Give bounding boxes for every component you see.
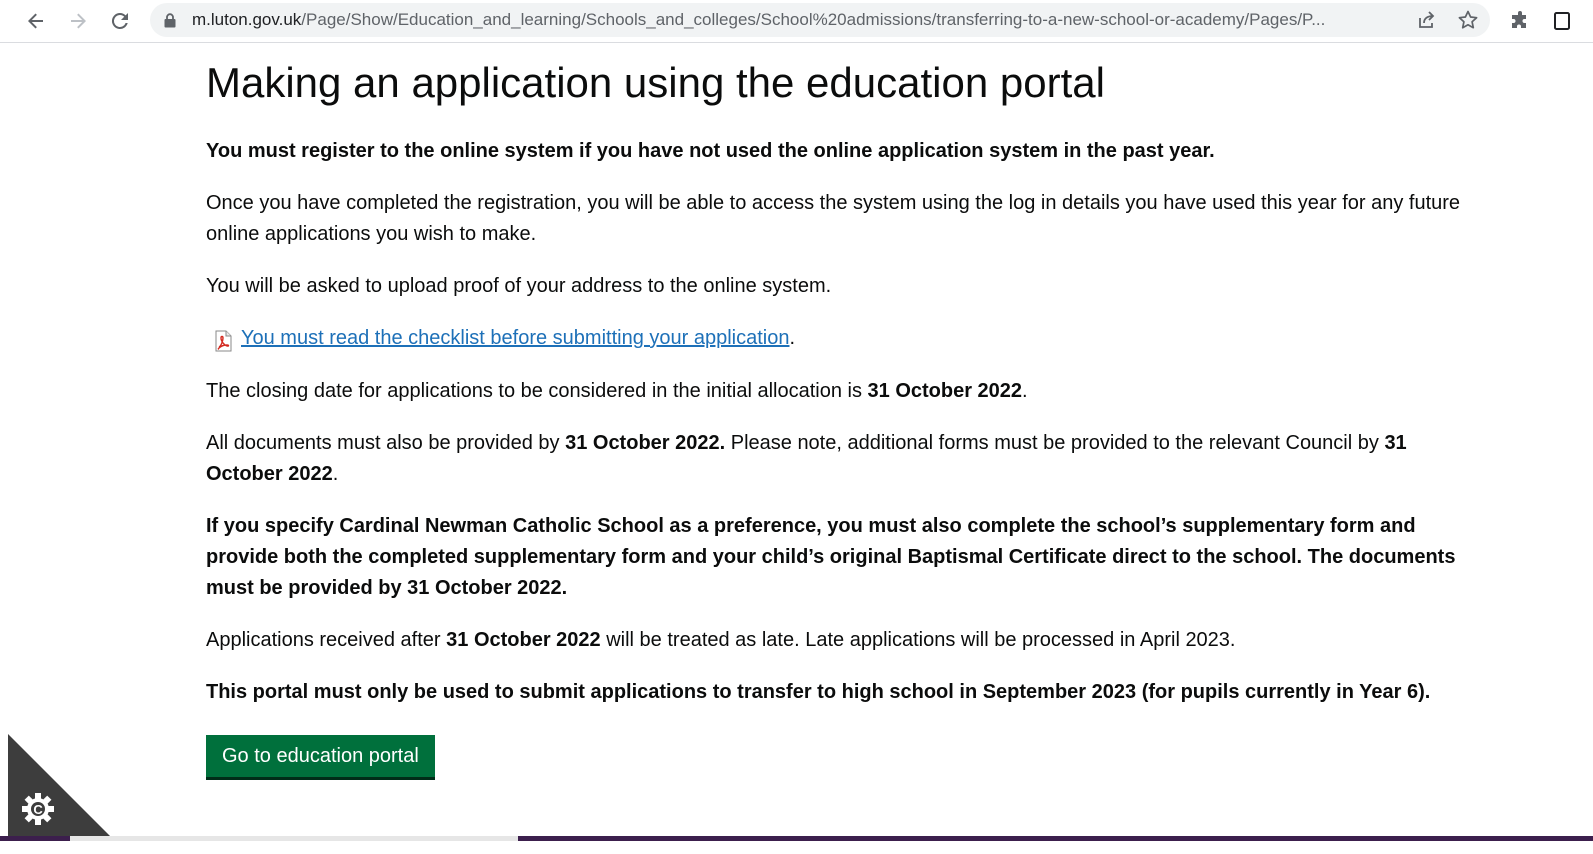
footer-bar-segment <box>0 836 70 841</box>
footer-bar-segment <box>518 836 1593 841</box>
address-bar[interactable]: m.luton.gov.uk/Page/Show/Education_and_l… <box>150 3 1490 37</box>
closing-date-paragraph: The closing date for applications to be … <box>206 376 1468 407</box>
documents-paragraph: All documents must also be provided by 3… <box>206 428 1468 490</box>
reload-button[interactable] <box>103 4 137 38</box>
forward-icon <box>68 11 88 31</box>
closing-period: . <box>1022 380 1028 402</box>
pdf-icon <box>212 330 234 352</box>
url-text[interactable]: m.luton.gov.uk/Page/Show/Education_and_l… <box>192 3 1407 37</box>
registration-paragraph: Once you have completed the registration… <box>206 192 1461 245</box>
closing-text: The closing date for applications to be … <box>206 380 868 402</box>
url-host: m.luton.gov.uk <box>192 10 302 29</box>
portal-usage-notice: This portal must only be used to submit … <box>206 681 1431 703</box>
url-path: /Page/Show/Education_and_learning/School… <box>301 10 1326 29</box>
lock-icon[interactable] <box>164 13 176 33</box>
checklist-line: You must read the checklist before submi… <box>206 323 1468 354</box>
checklist-link[interactable]: You must read the checklist before submi… <box>241 323 789 354</box>
closing-date: 31 October 2022 <box>867 380 1023 402</box>
checklist-period: . <box>789 327 796 349</box>
late-date: 31 October 2022 <box>446 629 601 651</box>
documents-note: Please note, additional forms must be pr… <box>725 432 1385 454</box>
back-icon <box>26 11 46 31</box>
window-icon <box>1553 11 1571 31</box>
cookie-settings-widget[interactable]: C <box>8 734 112 838</box>
share-icon[interactable] <box>1416 9 1438 31</box>
late-note: will be treated as late. Late applicatio… <box>600 629 1236 651</box>
late-text: Applications received after <box>206 629 447 651</box>
gear-icon: C <box>22 793 54 825</box>
star-icon[interactable] <box>1457 9 1479 31</box>
page-footer-strip <box>0 836 1593 854</box>
back-button[interactable] <box>19 4 53 38</box>
main-content: Making an application using the educatio… <box>206 52 1468 777</box>
footer-bar-segment <box>70 836 518 841</box>
documents-date: 31 October 2022. <box>565 432 726 454</box>
reload-icon <box>110 11 130 31</box>
education-portal-button[interactable]: Go to education portal <box>206 735 435 777</box>
page-title: Making an application using the educatio… <box>206 59 1105 106</box>
window-button[interactable] <box>1545 4 1579 38</box>
browser-toolbar: m.luton.gov.uk/Page/Show/Education_and_l… <box>0 0 1593 43</box>
forward-button[interactable] <box>61 4 95 38</box>
late-applications-paragraph: Applications received after 31 October 2… <box>206 625 1468 656</box>
upload-paragraph: You will be asked to upload proof of you… <box>206 275 832 297</box>
extensions-button[interactable] <box>1503 4 1537 38</box>
register-notice: You must register to the online system i… <box>206 140 1215 162</box>
extensions-icon <box>1509 10 1531 32</box>
cardinal-newman-notice: If you specify Cardinal Newman Catholic … <box>206 515 1456 599</box>
documents-period: . <box>332 463 339 485</box>
cookie-letter: C <box>33 802 43 817</box>
documents-text: All documents must also be provided by <box>206 432 566 454</box>
